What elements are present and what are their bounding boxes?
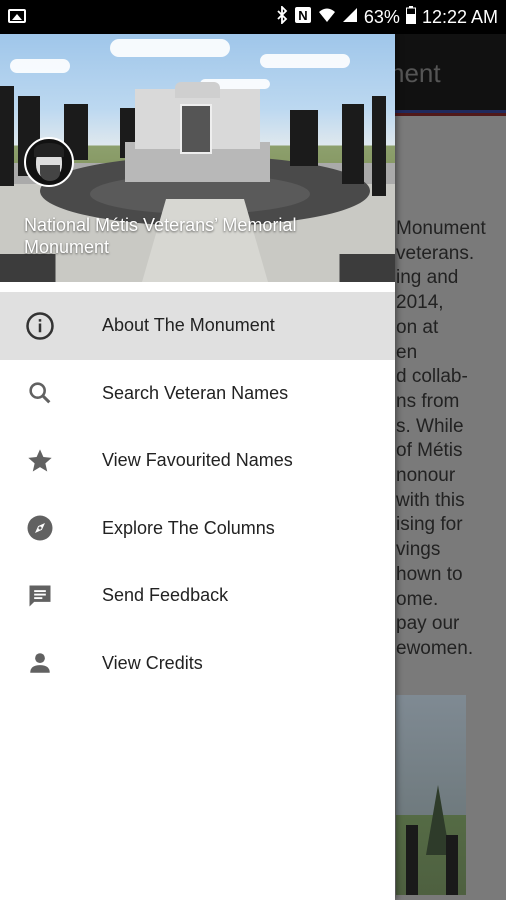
background-text-line: d collab- [396, 366, 468, 388]
compass-icon [24, 512, 56, 544]
background-text-line: pay our [396, 613, 460, 635]
gallery-notification-icon [8, 9, 26, 23]
background-photo [396, 695, 466, 895]
avatar[interactable] [24, 137, 74, 187]
menu-item-label: View Credits [102, 652, 203, 673]
svg-text:N: N [298, 8, 307, 23]
background-toolbar-title: nent [390, 58, 441, 88]
background-text-line: ewomen. [396, 637, 474, 659]
background-text-line: veterans. [396, 242, 475, 264]
background-text-line: on at [396, 316, 439, 338]
navigation-drawer: National Métis Veterans’ Memorial Monume… [0, 34, 395, 900]
menu-item-label: About The Monument [102, 315, 275, 336]
status-bar: N 63% 12:22 AM [0, 0, 506, 34]
menu-item-feedback[interactable]: Send Feedback [0, 562, 395, 630]
drawer-menu: About The Monument Search Veteran Names … [0, 292, 395, 697]
person-icon [24, 647, 56, 679]
bluetooth-icon [276, 4, 288, 29]
background-text-line: ising for [396, 514, 463, 536]
background-text-line: ome. [396, 588, 439, 610]
search-icon [24, 377, 56, 409]
background-text-line: of Métis [396, 440, 463, 462]
drawer-header: National Métis Veterans’ Memorial Monume… [0, 34, 395, 282]
wifi-icon [318, 7, 336, 28]
background-text-line: s. While [396, 415, 464, 437]
menu-item-explore[interactable]: Explore The Columns [0, 495, 395, 563]
background-text-line: with this [396, 489, 465, 511]
menu-item-search[interactable]: Search Veteran Names [0, 360, 395, 428]
menu-item-label: Search Veteran Names [102, 382, 289, 403]
background-body-text: Monument veterans. ing and 2014, on at en d c… [396, 217, 506, 662]
menu-item-credits[interactable]: View Credits [0, 630, 395, 698]
menu-item-about[interactable]: About The Monument [0, 292, 395, 360]
menu-item-label: View Favourited Names [102, 450, 293, 471]
feedback-icon [24, 580, 56, 612]
signal-icon [342, 7, 358, 28]
info-icon [24, 310, 56, 342]
menu-item-label: Explore The Columns [102, 517, 275, 538]
menu-item-favourites[interactable]: View Favourited Names [0, 427, 395, 495]
drawer-header-title: National Métis Veterans’ Memorial Monume… [24, 215, 297, 257]
battery-icon [405, 5, 416, 29]
background-text-line: hown to [396, 563, 463, 585]
battery-percent: 63% [363, 6, 400, 27]
nfc-icon: N [294, 6, 312, 29]
background-text-line: nonour [396, 465, 456, 487]
background-text-line: en [396, 341, 418, 363]
background-text-line: ing and [396, 267, 459, 289]
background-text-line: Monument [396, 218, 486, 239]
menu-item-label: Send Feedback [102, 585, 229, 606]
background-text-line: ns from [396, 390, 460, 412]
background-text-line: vings [396, 539, 441, 561]
star-icon [24, 445, 56, 477]
background-text-line: 2014, [396, 292, 444, 314]
clock: 12:22 AM [421, 6, 498, 27]
